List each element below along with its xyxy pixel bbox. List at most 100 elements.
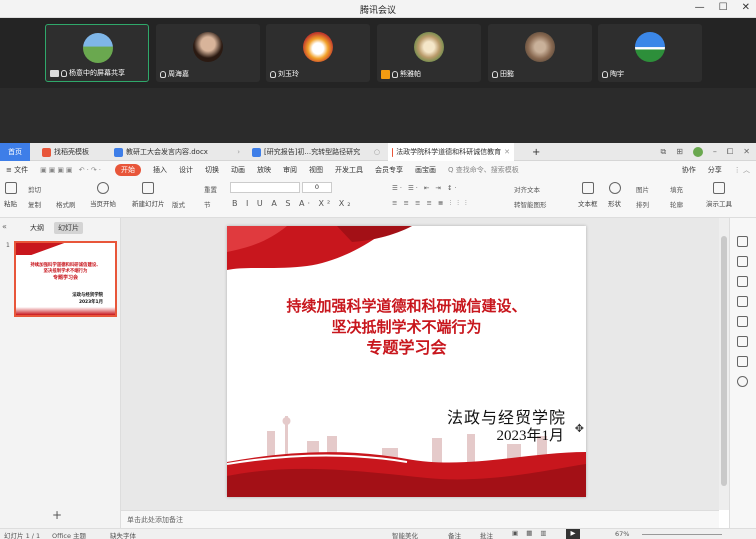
participant-tile-4[interactable]: 熊雅帕 <box>377 24 481 82</box>
minimize-button[interactable]: — <box>695 2 705 13</box>
minimize-icon[interactable]: – <box>713 147 717 157</box>
participant-tile-2[interactable]: 周海嘉 <box>156 24 260 82</box>
tab-label: [研究报告]初...究转型路径研究 <box>264 148 361 156</box>
outline-button[interactable]: 轮廓 <box>670 199 683 209</box>
close-icon[interactable]: ✕ <box>743 147 750 157</box>
help-icon[interactable] <box>737 376 748 387</box>
quick-access-icons[interactable]: ▣▣▣▣ ↶·↷· <box>40 166 103 174</box>
tab-close-icon[interactable]: ○ <box>374 148 380 156</box>
menu-view[interactable]: 视图 <box>309 165 323 175</box>
slide-thumbnail[interactable]: 持续加强科学道德和科研诚信建设、 坚决抵制学术不端行为 专题学习会 法政与经贸学… <box>14 241 117 317</box>
zoom-slider[interactable] <box>642 534 722 535</box>
cut-button[interactable]: 剪切 <box>28 184 41 194</box>
menu-member[interactable]: 会员专享 <box>375 165 403 175</box>
close-button[interactable]: ✕ <box>742 2 750 13</box>
mic-icon <box>392 70 398 78</box>
sidebar-icon-2[interactable] <box>737 256 748 267</box>
presentation-tools-button[interactable]: 演示工具 <box>706 182 732 208</box>
participant-strip: 杨意中的屏幕共享 周海嘉 刘玉玲 熊雅帕 田懿 陶宇 <box>0 18 756 88</box>
vertical-scrollbar[interactable] <box>719 218 729 510</box>
tab-templates[interactable]: 找稻壳模板 <box>38 143 108 161</box>
grid-icon[interactable]: ⊞ <box>676 147 683 157</box>
menu-transition[interactable]: 切换 <box>205 165 219 175</box>
copy-button[interactable]: 复制 <box>28 199 41 209</box>
list-buttons[interactable]: ☰· ☰· ⇤ ⇥ ↕· <box>392 184 458 192</box>
menu-file[interactable]: ≡ 文件 <box>6 165 28 175</box>
textbox-button[interactable]: 文本框 <box>578 182 598 208</box>
tab-outline[interactable]: 大纲 <box>26 222 48 234</box>
reset-button[interactable]: 重置 <box>204 184 217 194</box>
align-buttons[interactable]: ≡ ≡ ≡ ≡ ≣ ⫶ ⫶ ⫶ <box>392 199 469 208</box>
collapse-pane-icon[interactable]: « <box>2 222 7 231</box>
tab-home[interactable]: 首页 <box>0 143 30 161</box>
slide-title-line3: 专题学习会 <box>366 340 447 357</box>
new-slide-button[interactable]: 新建幻灯片 <box>132 182 165 208</box>
smartart-button[interactable]: 转智能图形 <box>514 199 547 209</box>
slide-title-line1: 持续加强科学道德和科研诚信建设、 <box>286 298 527 315</box>
command-search[interactable]: Q 查找命令、搜索模板 <box>448 165 519 175</box>
font-style-buttons[interactable]: B I U A S A· X² X₂ <box>232 199 353 208</box>
more-icon[interactable]: ⋮ ︿ <box>734 165 750 175</box>
play-from-current-button[interactable]: 当页开始 <box>90 182 116 208</box>
sidebar-icon-6[interactable] <box>737 336 748 347</box>
zoom-level[interactable]: 67% <box>615 530 629 538</box>
tab-slides[interactable]: 幻灯片 <box>54 222 83 234</box>
share-button[interactable]: 分享 <box>708 165 722 175</box>
menu-animation[interactable]: 动画 <box>231 165 245 175</box>
user-avatar[interactable] <box>692 147 703 157</box>
add-tab-button[interactable]: + <box>528 143 542 161</box>
participant-tile-3[interactable]: 刘玉玲 <box>266 24 370 82</box>
paste-button[interactable]: 粘贴 <box>4 182 17 208</box>
menu-start[interactable]: 开始 <box>114 163 141 176</box>
participant-tile-6[interactable]: 陶宇 <box>598 24 702 82</box>
slide-title: 持续加强科学道德和科研诚信建设、 坚决抵制学术不端行为 专题学习会 <box>227 296 586 359</box>
participant-tile-5[interactable]: 田懿 <box>488 24 592 82</box>
format-painter-button[interactable]: 格式刷 <box>56 199 76 209</box>
arrange-button[interactable]: 排列 <box>636 199 649 209</box>
menu-review[interactable]: 审阅 <box>283 165 297 175</box>
section-dropdown[interactable]: 节 <box>204 199 211 209</box>
restore-icon[interactable]: ⧠ <box>727 147 733 157</box>
notes-placeholder[interactable]: 单击此处添加备注 <box>127 515 183 525</box>
collaborate-button[interactable]: 协作 <box>682 165 696 175</box>
tab-close-icon[interactable]: ✕ <box>504 148 510 156</box>
menu-developer[interactable]: 开发工具 <box>335 165 363 175</box>
comments-toggle[interactable]: 批注 <box>480 530 493 539</box>
sidebar-icon-1[interactable] <box>737 236 748 247</box>
participant-tile-1[interactable]: 杨意中的屏幕共享 <box>45 24 149 82</box>
layout-icon[interactable]: ⧉ <box>660 147 666 157</box>
picture-button[interactable]: 图片 <box>636 184 649 194</box>
font-name-dropdown[interactable] <box>230 182 300 193</box>
slide-canvas[interactable]: 持续加强科学道德和科研诚信建设、 坚决抵制学术不端行为 专题学习会 法政与经贸学… <box>227 226 586 497</box>
tab-presentation[interactable]: 法政学院科学道德和科研诚信教育 ✕ <box>388 143 514 161</box>
menu-insert[interactable]: 插入 <box>153 165 167 175</box>
tab-close-icon[interactable]: › <box>237 148 240 156</box>
smart-beautify[interactable]: 智能美化 <box>392 530 418 539</box>
fill-button[interactable]: 填充 <box>670 184 683 194</box>
notes-pane[interactable]: 单击此处添加备注 <box>121 510 719 528</box>
font-size-dropdown[interactable]: 0 <box>302 182 332 193</box>
layout-dropdown[interactable]: 版式 <box>172 199 185 209</box>
shape-button[interactable]: 形状 <box>608 182 621 208</box>
slideshow-button[interactable]: ▶ <box>566 529 580 539</box>
tab-doc-speech[interactable]: 教研工大会发言内容.docx › <box>110 143 244 161</box>
tab-doc-research[interactable]: [研究报告]初...究转型路径研究 ○ <box>248 143 384 161</box>
ppt-icon <box>392 147 394 157</box>
menu-design[interactable]: 设计 <box>179 165 193 175</box>
sidebar-icon-3[interactable] <box>737 276 748 287</box>
maximize-button[interactable]: ☐ <box>719 2 728 13</box>
sidebar-icon-7[interactable] <box>737 356 748 367</box>
menu-drawing[interactable]: 画宝画 <box>415 165 436 175</box>
sidebar-icon-4[interactable] <box>737 296 748 307</box>
docer-icon <box>42 147 51 157</box>
missing-font[interactable]: 缺失字体 <box>110 530 136 539</box>
sidebar-icon-5[interactable] <box>737 316 748 327</box>
slide-decoration <box>227 226 586 497</box>
avatar <box>193 32 223 62</box>
scroll-thumb[interactable] <box>721 236 727 486</box>
align-text-button[interactable]: 对齐文本 <box>514 184 540 194</box>
menu-slideshow[interactable]: 放映 <box>257 165 271 175</box>
notes-toggle[interactable]: 备注 <box>448 530 461 539</box>
add-slide-button[interactable]: + <box>52 508 62 522</box>
view-mode-buttons[interactable]: ▣ ▦ ▥ <box>512 529 550 537</box>
